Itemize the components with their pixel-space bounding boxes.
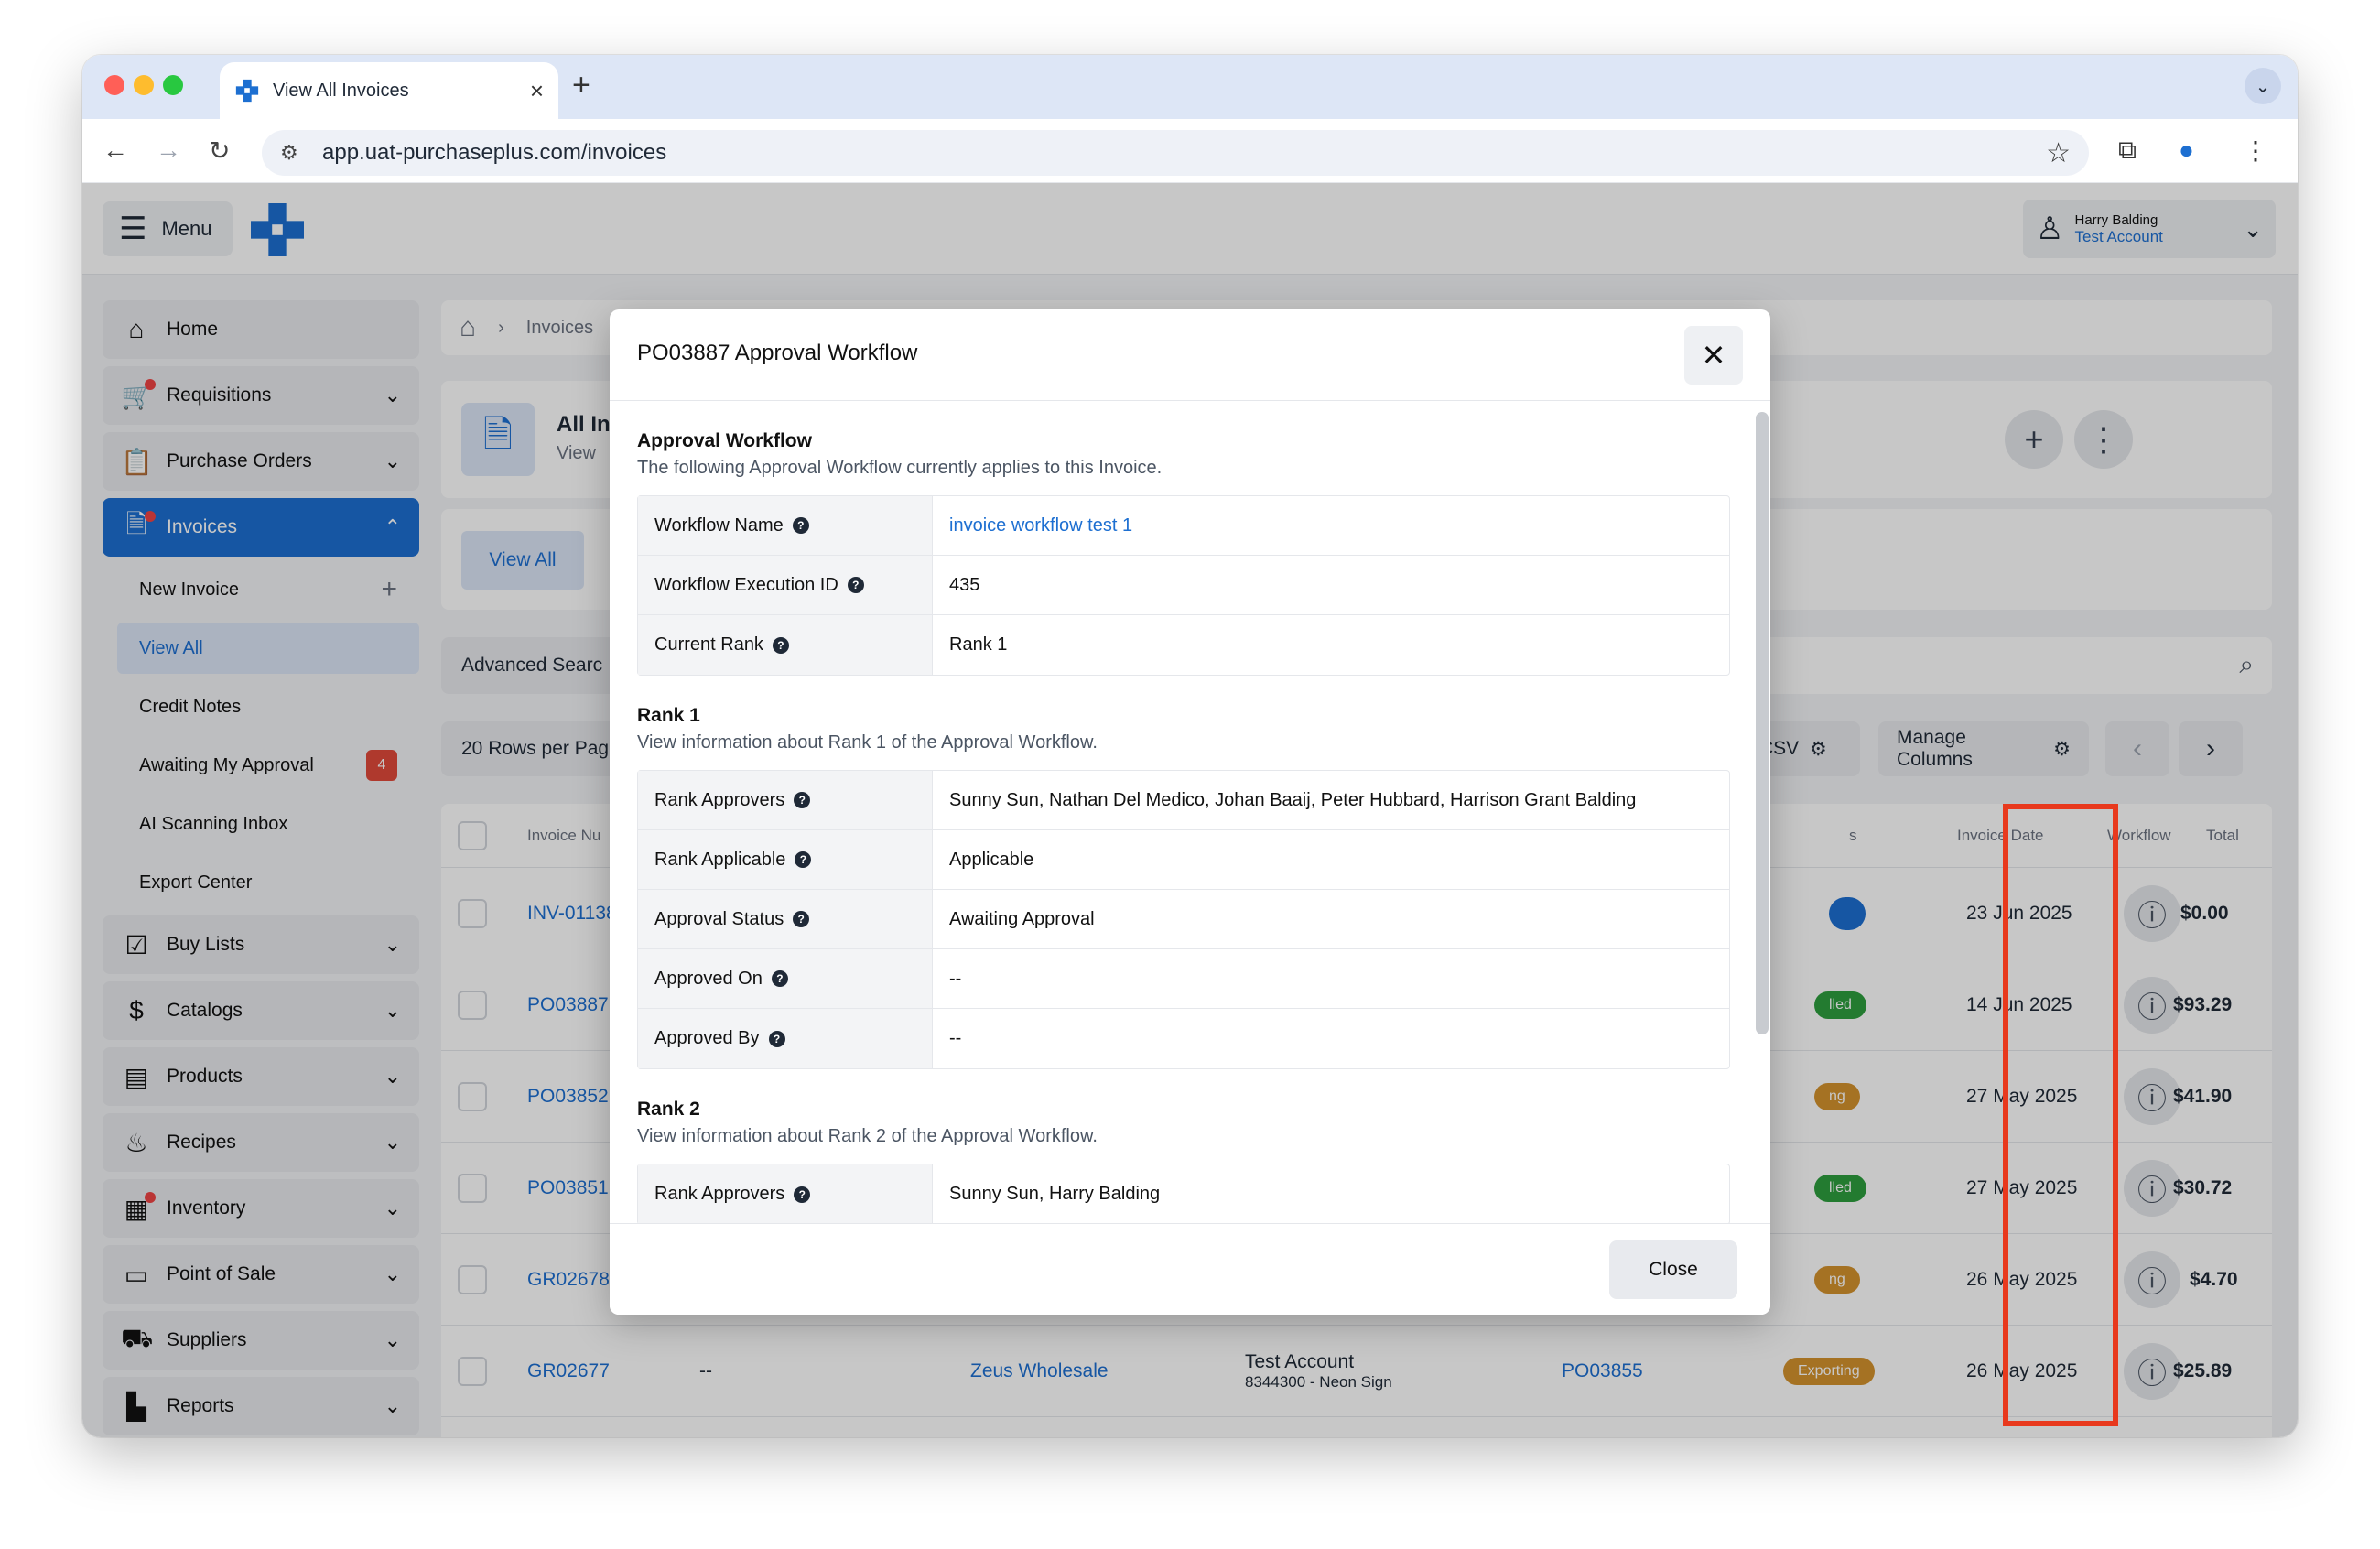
section-description: The following Approval Workflow currentl… [637, 458, 1163, 478]
detail-value: 435 [949, 574, 980, 595]
help-icon[interactable]: ? [768, 1030, 785, 1047]
detail-key-label: Current Rank [654, 634, 763, 655]
help-icon[interactable]: ? [847, 577, 864, 593]
detail-key: Approval Status? [638, 890, 933, 948]
section-title: Rank 2 [637, 1099, 700, 1120]
url-bar[interactable]: ⚙ app.uat-purchaseplus.com/invoices ☆ [262, 130, 2089, 176]
extensions-icon[interactable]: ⧉ [2118, 135, 2137, 166]
help-icon[interactable]: ? [795, 851, 812, 868]
detail-key: Approved On? [638, 949, 933, 1008]
close-button[interactable]: Close [1609, 1240, 1737, 1299]
detail-value: Rank 1 [949, 634, 1008, 655]
detail-key: Workflow Name? [638, 496, 933, 555]
detail-key: Workflow Execution ID? [638, 556, 933, 614]
detail-row: Rank Applicable? Applicable [638, 830, 1729, 890]
detail-row: Approved On? -- [638, 949, 1729, 1009]
help-icon[interactable]: ? [794, 792, 811, 808]
back-icon[interactable]: ← [103, 135, 128, 165]
section-description: View information about Rank 1 of the App… [637, 732, 1098, 753]
browser-menu-icon[interactable]: ⋮ [2243, 135, 2268, 166]
tab-title: View All Invoices [273, 80, 409, 101]
workflow-name-link[interactable]: invoice workflow test 1 [933, 496, 1729, 555]
detail-row: Rank Approvers? Sunny Sun, Harry Balding [638, 1164, 1729, 1223]
detail-key: Rank Approvers? [638, 771, 933, 829]
approval-workflow-modal: PO03887 Approval Workflow ✕ Approval Wor… [610, 309, 1770, 1315]
workflow-column-highlight [2003, 804, 2118, 1426]
detail-value: -- [949, 1028, 962, 1048]
modal-header: PO03887 Approval Workflow ✕ [610, 309, 1770, 401]
help-icon[interactable]: ? [771, 970, 788, 987]
detail-key-label: Approved On [654, 968, 763, 989]
detail-key: Approved By? [638, 1009, 933, 1068]
site-settings-icon[interactable]: ⚙ [280, 141, 306, 165]
tab-close-icon[interactable]: × [530, 77, 544, 105]
detail-value: Sunny Sun, Harry Balding [949, 1184, 1161, 1204]
detail-key-label: Approved By [654, 1028, 760, 1048]
section-title: Approval Workflow [637, 430, 812, 451]
modal-title: PO03887 Approval Workflow [637, 341, 918, 365]
bookmark-star-icon[interactable]: ☆ [2046, 137, 2071, 169]
profile-icon[interactable]: ● [2179, 135, 2194, 165]
forward-icon[interactable]: → [156, 135, 181, 165]
detail-row: Rank Approvers? Sunny Sun, Nathan Del Me… [638, 771, 1729, 830]
detail-row: Approval Status? Awaiting Approval [638, 890, 1729, 949]
detail-key-label: Approval Status [654, 908, 784, 929]
browser-tabbar: View All Invoices × + ⌄ [82, 55, 2298, 119]
detail-key-label: Rank Approvers [654, 789, 785, 810]
detail-value: Applicable [949, 849, 1034, 870]
browser-tab[interactable]: View All Invoices × [220, 62, 558, 119]
detail-key: Current Rank? [638, 615, 933, 675]
url-text: app.uat-purchaseplus.com/invoices [322, 140, 667, 165]
detail-row: Workflow Name? invoice workflow test 1 [638, 496, 1729, 556]
address-bar: ← → ↻ ⚙ app.uat-purchaseplus.com/invoice… [82, 119, 2298, 183]
detail-key-label: Rank Approvers [654, 1184, 785, 1204]
close-window-button[interactable] [104, 75, 124, 95]
app-favicon-icon [235, 79, 259, 103]
help-icon[interactable]: ? [792, 517, 809, 534]
help-icon[interactable]: ? [772, 636, 789, 654]
details-table: Workflow Name? invoice workflow test 1 W… [637, 495, 1730, 676]
modal-scrollbar[interactable] [1756, 412, 1769, 1034]
modal-body[interactable]: Approval Workflow The following Approval… [610, 401, 1770, 1223]
section-title: Rank 1 [637, 705, 700, 726]
details-table: Rank Approvers? Sunny Sun, Harry Balding [637, 1164, 1730, 1223]
reload-icon[interactable]: ↻ [209, 135, 230, 166]
detail-value: -- [949, 968, 962, 989]
maximize-window-button[interactable] [163, 75, 183, 95]
close-icon[interactable]: ✕ [1684, 326, 1743, 385]
detail-value: Sunny Sun, Nathan Del Medico, Johan Baai… [949, 789, 1637, 810]
detail-key-label: Workflow Execution ID [654, 574, 838, 595]
detail-value: Awaiting Approval [949, 908, 1095, 929]
tab-search-button[interactable]: ⌄ [2245, 68, 2281, 104]
new-tab-button[interactable]: + [572, 68, 590, 103]
detail-key: Rank Applicable? [638, 830, 933, 889]
detail-row: Approved By? -- [638, 1009, 1729, 1068]
detail-key-label: Workflow Name [654, 515, 784, 536]
detail-row: Workflow Execution ID? 435 [638, 556, 1729, 615]
section-description: View information about Rank 2 of the App… [637, 1126, 1098, 1146]
details-table: Rank Approvers? Sunny Sun, Nathan Del Me… [637, 770, 1730, 1069]
detail-key-label: Rank Applicable [654, 849, 786, 870]
detail-row: Current Rank? Rank 1 [638, 615, 1729, 675]
minimize-window-button[interactable] [134, 75, 154, 95]
detail-key: Rank Approvers? [638, 1164, 933, 1223]
modal-footer: Close [610, 1223, 1770, 1315]
help-icon[interactable]: ? [794, 1186, 811, 1203]
help-icon[interactable]: ? [793, 911, 810, 927]
